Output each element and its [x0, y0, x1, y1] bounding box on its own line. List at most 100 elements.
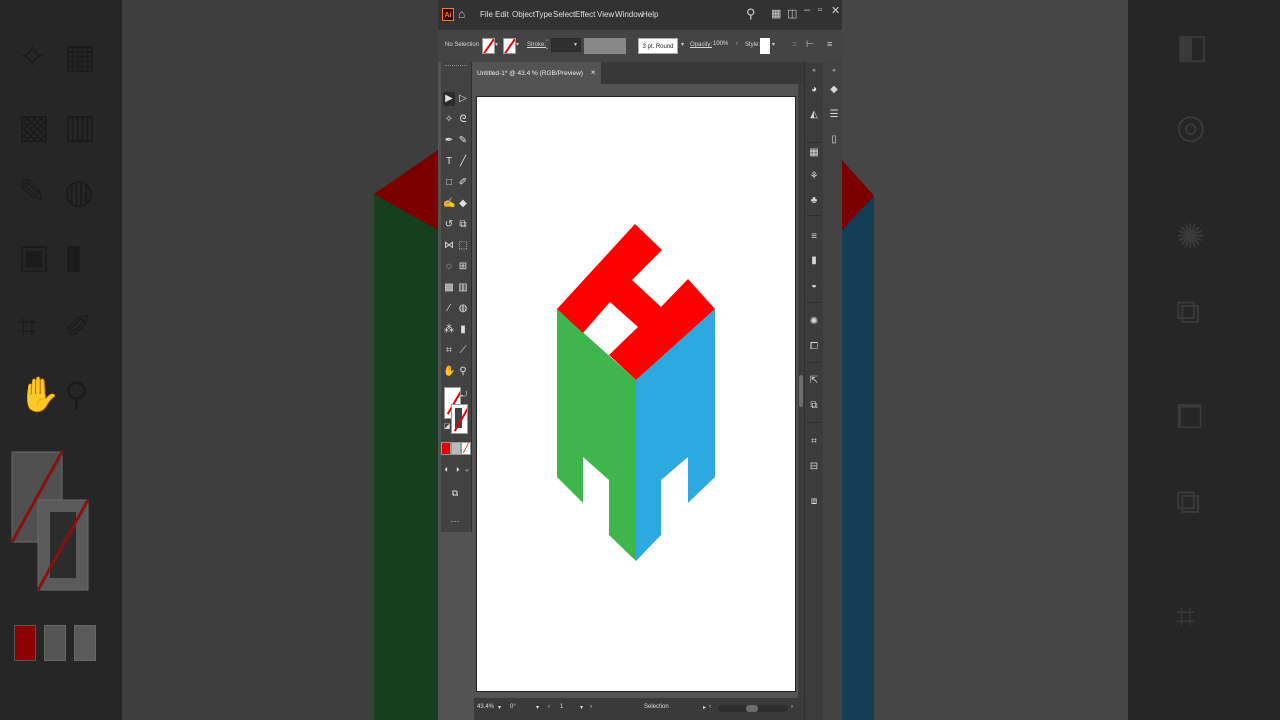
column-graph-tool-icon[interactable]: ▮: [457, 323, 469, 337]
gradient-tool-icon[interactable]: ▥: [457, 281, 469, 295]
brush-definition[interactable]: 3 pt. Round: [638, 38, 678, 54]
export-panel-icon[interactable]: ⇱: [806, 374, 822, 388]
draw-inside-icon[interactable]: ◒: [461, 462, 473, 476]
horizontal-scrollbar-thumb[interactable]: [746, 705, 758, 712]
swatches-panel-icon[interactable]: ▦: [806, 146, 822, 160]
artboard[interactable]: [476, 96, 796, 692]
pathfinder-panel-icon[interactable]: ⧈: [806, 495, 822, 509]
hand-tool-icon[interactable]: ✋: [443, 365, 455, 379]
default-fill-stroke-icon[interactable]: ◪: [441, 420, 453, 434]
color-guide-icon[interactable]: ◭: [806, 108, 822, 122]
screen-mode-icon[interactable]: ⧉: [449, 486, 461, 500]
slice-tool-icon[interactable]: ⟋: [457, 344, 469, 358]
graphic-styles-panel-icon[interactable]: ⧠: [806, 340, 822, 354]
stepper-icon[interactable]: ⌃ ⌄: [545, 39, 549, 51]
panel-grip[interactable]: [445, 65, 467, 69]
minimize-icon[interactable]: –: [804, 4, 810, 16]
status-menu-icon[interactable]: ▸: [703, 704, 706, 711]
menu-window[interactable]: Window: [615, 10, 643, 19]
zoom-level[interactable]: 43.4%: [477, 704, 494, 710]
search-icon[interactable]: ⚲: [746, 6, 756, 22]
close-window-icon[interactable]: ✕: [831, 4, 840, 17]
menu-edit[interactable]: Edit: [495, 10, 509, 19]
chevron-down-icon[interactable]: ▾: [772, 41, 775, 48]
magic-wand-tool-icon[interactable]: ✧: [443, 113, 455, 127]
chevron-down-icon[interactable]: ▾: [580, 704, 583, 711]
chevron-down-icon[interactable]: ▾: [498, 704, 501, 711]
artboard-number[interactable]: 1: [560, 704, 563, 710]
curvature-tool-icon[interactable]: ✎: [457, 134, 469, 148]
menu-type[interactable]: Type: [535, 10, 552, 19]
rectangle-tool-icon[interactable]: □: [443, 176, 455, 190]
symbols-panel-icon[interactable]: ♣: [806, 194, 822, 208]
chevron-down-icon[interactable]: ▾: [536, 704, 539, 711]
vertical-scrollbar-thumb[interactable]: [799, 375, 803, 407]
shape-builder-tool-icon[interactable]: ◌: [443, 260, 455, 274]
rotate-tool-icon[interactable]: ↺: [443, 218, 455, 232]
gradient-panel-icon[interactable]: ▮: [806, 254, 822, 268]
collapse-icon[interactable]: «: [826, 64, 842, 78]
direct-selection-tool-icon[interactable]: ▷: [457, 92, 469, 106]
panel-menu-icon[interactable]: ≡: [827, 39, 832, 49]
menu-object[interactable]: Object: [512, 10, 535, 19]
transform-panel-icon[interactable]: ⌗: [806, 435, 822, 449]
opacity-label[interactable]: Opacity:: [690, 42, 712, 48]
paintbrush-tool-icon[interactable]: ✐: [457, 176, 469, 190]
next-artboard-icon[interactable]: ›: [590, 704, 592, 710]
zoom-tool-icon[interactable]: ⚲: [457, 365, 469, 379]
home-icon[interactable]: ⌂: [458, 7, 465, 21]
color-panel-icon[interactable]: ◕: [806, 83, 822, 97]
transparency-panel-icon[interactable]: ◒: [806, 279, 822, 293]
menu-help[interactable]: Help: [642, 10, 658, 19]
pen-tool-icon[interactable]: ✒: [443, 134, 455, 148]
collapse-icon[interactable]: «: [806, 64, 822, 78]
menu-select[interactable]: Select: [553, 10, 575, 19]
more-tools-icon[interactable]: ···: [449, 514, 461, 528]
transform-icon[interactable]: ⊢: [806, 39, 814, 50]
chevron-down-icon[interactable]: ▾: [495, 41, 498, 48]
opacity-field[interactable]: 100%: [710, 38, 738, 52]
chevron-down-icon[interactable]: ▾: [681, 41, 684, 48]
color-mode-icon[interactable]: [441, 442, 451, 455]
menu-file[interactable]: File: [480, 10, 493, 19]
scroll-left-icon[interactable]: ‹: [709, 704, 711, 710]
rotate-view-value[interactable]: 0°: [510, 704, 516, 710]
layers-panel-icon[interactable]: ◆: [826, 83, 842, 97]
logo-artwork[interactable]: [477, 97, 795, 691]
align-icon[interactable]: ⌗: [792, 39, 797, 50]
eraser-tool-icon[interactable]: ◆: [457, 197, 469, 211]
stroke-panel-icon[interactable]: ≡: [806, 230, 822, 244]
symbol-sprayer-tool-icon[interactable]: ⁂: [443, 323, 455, 337]
document-tab[interactable]: Untitled-1* @ 43.4 % (RGB/Preview) ×: [474, 62, 602, 84]
shaper-tool-icon[interactable]: ✍: [443, 197, 455, 211]
width-tool-icon[interactable]: ⋈: [443, 239, 455, 253]
artboards-panel-icon[interactable]: ⧉: [806, 399, 822, 413]
stroke-label[interactable]: Stroke:: [527, 42, 546, 48]
arrange-documents-icon[interactable]: ▦: [771, 7, 781, 20]
blend-tool-icon[interactable]: ◍: [457, 302, 469, 316]
mesh-tool-icon[interactable]: ▩: [443, 281, 455, 295]
gradient-mode-icon[interactable]: [451, 442, 461, 455]
artboard-tool-icon[interactable]: ⌗: [443, 344, 455, 358]
variable-width-profile[interactable]: [584, 38, 626, 54]
chevron-down-icon[interactable]: ▾: [574, 41, 577, 48]
swap-fill-stroke-icon[interactable]: ⤾: [458, 388, 470, 402]
free-transform-tool-icon[interactable]: ⬚: [457, 239, 469, 253]
appearance-panel-icon[interactable]: ✺: [806, 315, 822, 329]
maximize-icon[interactable]: ▫: [818, 4, 822, 16]
chevron-down-icon[interactable]: ▾: [516, 41, 519, 48]
type-tool-icon[interactable]: T: [443, 155, 455, 169]
selection-tool-icon[interactable]: ▶: [443, 92, 455, 106]
workspace-icon[interactable]: ◫: [787, 7, 797, 20]
brushes-panel-icon[interactable]: ⚘: [806, 170, 822, 184]
chevron-right-icon[interactable]: ›: [736, 41, 738, 47]
lasso-tool-icon[interactable]: ᘓ: [457, 113, 469, 127]
close-tab-icon[interactable]: ×: [591, 68, 596, 77]
menu-view[interactable]: View: [597, 10, 614, 19]
fill-swatch[interactable]: [482, 38, 495, 54]
previous-artboard-icon[interactable]: ‹: [548, 704, 550, 710]
perspective-grid-tool-icon[interactable]: ⊞: [457, 260, 469, 274]
libraries-panel-icon[interactable]: ▯: [826, 133, 842, 147]
menu-effect[interactable]: Effect: [575, 10, 595, 19]
scale-tool-icon[interactable]: ⧉: [457, 218, 469, 232]
